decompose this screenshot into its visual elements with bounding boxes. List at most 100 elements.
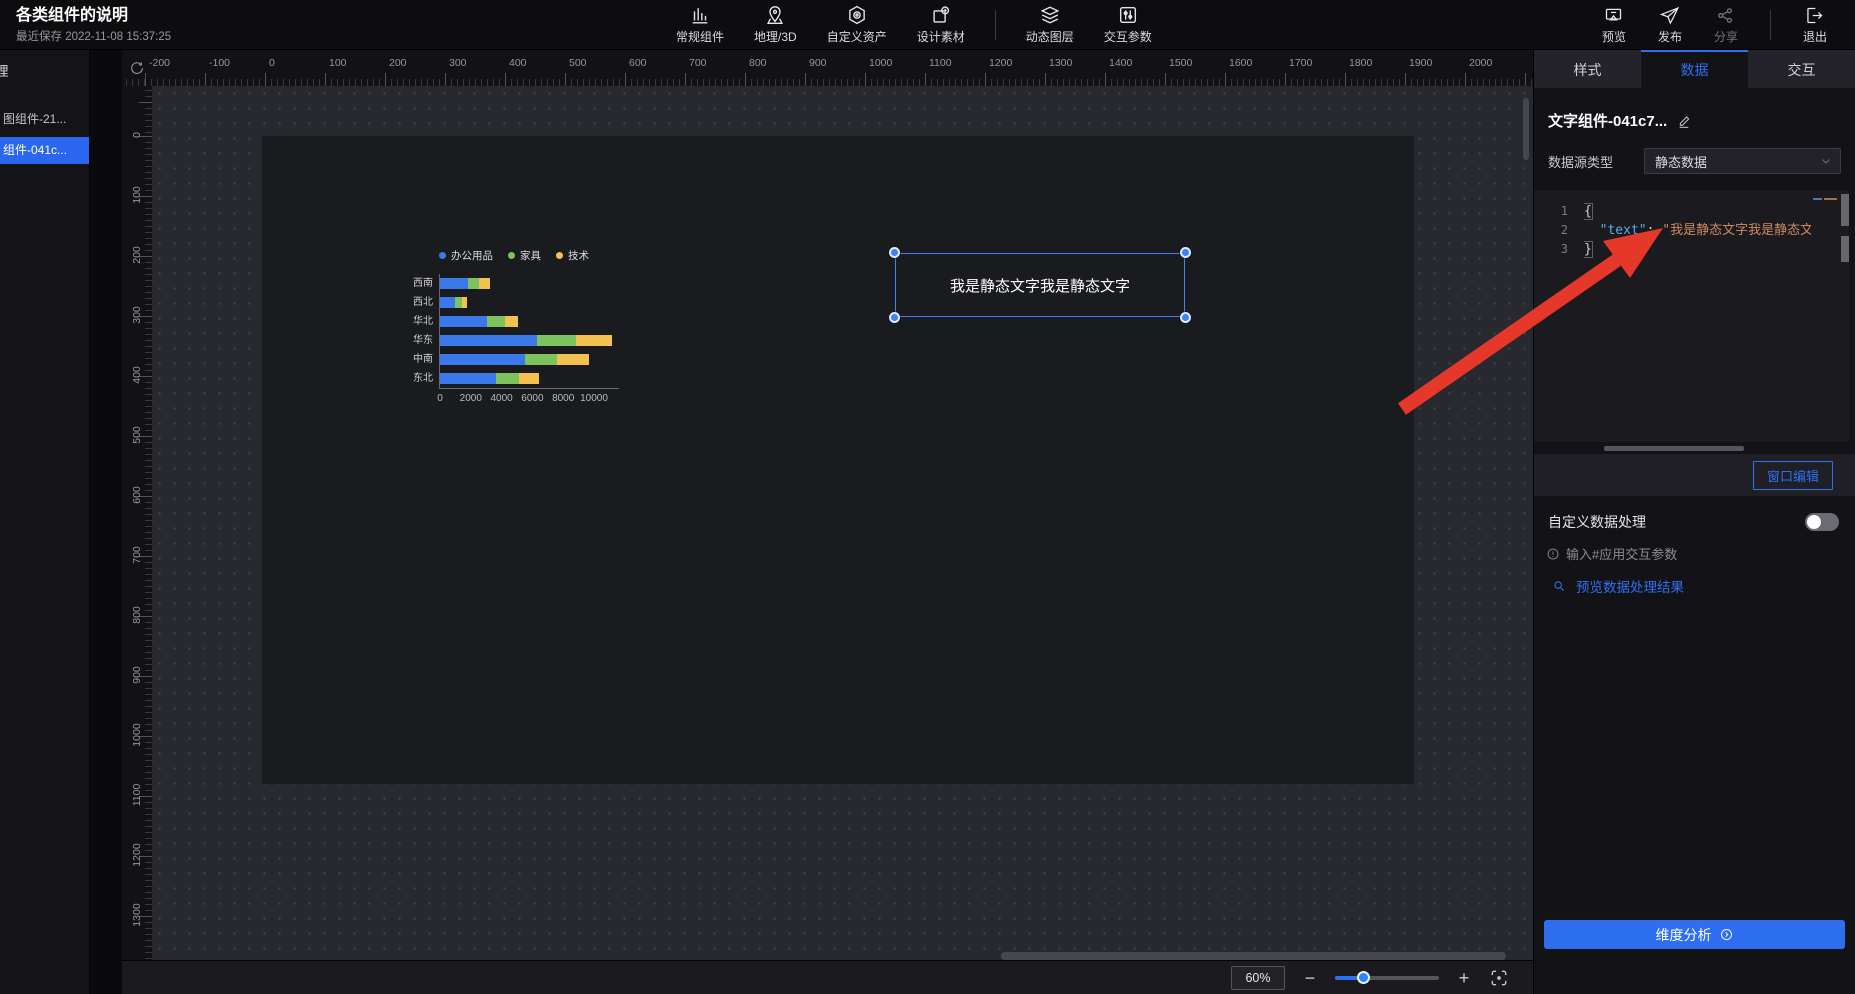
chart-legend: 办公用品 家具技术	[439, 248, 658, 263]
layer-sidebar: 理 图组件-21... 组件-041c...	[0, 50, 122, 994]
artboard: 办公用品 家具技术 西南西北华北华东中南东北 020004000600080001…	[262, 136, 1414, 784]
bar-segment	[440, 316, 487, 327]
ruler-label: 0	[131, 118, 143, 152]
analyze-label: 维度分析	[1656, 925, 1712, 945]
x-axis-tick-label: 4000	[490, 393, 512, 404]
ruler-reset-button[interactable]	[122, 50, 152, 86]
canvas-horizontal-scrollbar[interactable]	[1001, 952, 1506, 960]
publish-button[interactable]: 发布	[1658, 5, 1682, 45]
horizontal-ruler: -200-10001002003004005006007008009001000…	[122, 50, 1533, 86]
toolbar-item-dynamic-layers[interactable]: 动态图层	[1026, 4, 1074, 45]
toggle-knob	[1807, 515, 1821, 529]
custom-processing-label: 自定义数据处理	[1548, 512, 1646, 532]
info-icon	[1546, 547, 1560, 561]
datasource-selected-value: 静态数据	[1655, 152, 1707, 171]
zoom-slider[interactable]	[1335, 971, 1439, 984]
layers-icon	[1039, 4, 1061, 26]
custom-processing-toggle[interactable]	[1805, 513, 1839, 531]
toolbar-item-interaction-params[interactable]: 交互参数	[1104, 4, 1152, 45]
chart-bar-row	[440, 369, 619, 388]
fit-to-screen-button[interactable]	[1489, 968, 1509, 988]
dimension-analysis-button[interactable]: 维度分析	[1544, 920, 1845, 949]
ruler-label: 1900	[1409, 57, 1432, 69]
bar-chart-icon	[689, 4, 711, 26]
ruler-label: 700	[689, 57, 707, 69]
toolbar-item-label: 常规组件	[676, 28, 724, 45]
editor-line: 3 }	[1534, 240, 1849, 259]
toolbar-item-geo3d[interactable]: 地理/3D	[754, 4, 797, 45]
bar-segment	[525, 354, 557, 365]
action-label: 退出	[1803, 28, 1827, 45]
datasource-select[interactable]: 静态数据	[1644, 148, 1841, 174]
bar-segment	[440, 335, 537, 346]
toolbar-item-custom-assets[interactable]: 自定义资产	[827, 4, 887, 45]
editor-horizontal-scrollbar[interactable]	[1604, 446, 1744, 451]
share-button[interactable]: 分享	[1714, 5, 1738, 45]
resize-handle-top-left[interactable]	[889, 247, 900, 258]
bar-chart-component[interactable]: 办公用品 家具技术 西南西北华北华东中南东北 020004000600080001…	[408, 248, 658, 403]
ruler-label: 600	[629, 57, 647, 69]
preview-button[interactable]: 预览	[1602, 5, 1626, 45]
tab-data[interactable]: 数据	[1641, 50, 1748, 88]
preview-result-link[interactable]: 预览数据处理结果	[1552, 576, 1684, 596]
toolbar-item-label: 地理/3D	[754, 28, 797, 45]
chart-bar-row	[440, 293, 619, 312]
json-string-value: "我是静态文字我是静态文字"	[1662, 223, 1834, 238]
editor-scrollbar[interactable]	[1841, 194, 1849, 226]
legend-dot	[556, 252, 563, 259]
ruler-label: 800	[749, 57, 767, 69]
layer-panel-title: 理	[0, 60, 89, 80]
legend-dot	[439, 252, 446, 259]
component-toolbar: 常规组件 地理/3D 自定义资产 设计素材 动态图层 交互参数	[676, 4, 1152, 45]
editor-footer-strip: 窗口编辑	[1534, 454, 1855, 496]
bar-segment	[440, 354, 525, 365]
ruler-label: 900	[809, 57, 827, 69]
zoom-level-input[interactable]: 60%	[1231, 966, 1285, 990]
zoom-out-button[interactable]: −	[1301, 969, 1319, 987]
ruler-label: 900	[131, 658, 143, 692]
ruler-label: 1100	[131, 778, 143, 812]
ruler-label: 1200	[131, 838, 143, 872]
ruler-label: 400	[509, 57, 527, 69]
chart-bar-row	[440, 331, 619, 350]
chart-bar-row	[440, 350, 619, 369]
resize-handle-top-right[interactable]	[1180, 247, 1191, 258]
tab-interaction[interactable]: 交互	[1748, 50, 1855, 88]
editor-scrollbar[interactable]	[1841, 236, 1849, 262]
text-component[interactable]: 我是静态文字我是静态文字	[895, 253, 1185, 317]
legend-item[interactable]: 技术	[556, 248, 589, 263]
rename-button[interactable]	[1677, 113, 1693, 129]
paper-plane-icon	[1659, 5, 1680, 26]
resize-handle-bottom-right[interactable]	[1180, 312, 1191, 323]
window-edit-button[interactable]: 窗口编辑	[1753, 461, 1833, 490]
legend-item[interactable]: 家具	[508, 248, 541, 263]
layer-item-text[interactable]: 组件-041c...	[0, 137, 89, 164]
chart-x-axis: 0200040006000800010000	[439, 389, 658, 403]
zoom-slider-knob[interactable]	[1357, 971, 1370, 984]
bar-segment	[479, 278, 490, 289]
bar-segment	[440, 373, 496, 384]
stacked-bar	[440, 297, 467, 308]
stacked-bar	[440, 316, 518, 327]
resize-handle-bottom-left[interactable]	[889, 312, 900, 323]
exit-button[interactable]: 退出	[1803, 5, 1827, 45]
project-title-block: 各类组件的说明 最近保存 2022-11-08 15:37:25	[16, 6, 346, 44]
legend-item[interactable]: 办公用品	[439, 248, 493, 263]
toolbar-item-components[interactable]: 常规组件	[676, 4, 724, 45]
ruler-label: 600	[131, 478, 143, 512]
layer-item-chart[interactable]: 图组件-21...	[0, 106, 89, 133]
tab-style[interactable]: 样式	[1534, 50, 1641, 88]
ruler-label: 100	[131, 178, 143, 212]
component-name-row: 文字组件-041c7...	[1548, 110, 1693, 131]
line-number: 2	[1534, 221, 1584, 240]
zoom-in-button[interactable]: +	[1455, 969, 1473, 987]
json-code-editor[interactable]: 1 { 2 "text": "我是静态文字我是静态文字" 3 }	[1534, 190, 1849, 442]
toolbar-item-design-assets[interactable]: 设计素材	[917, 4, 965, 45]
legend-label: 家具	[520, 248, 541, 263]
ruler-label: 1000	[131, 718, 143, 752]
chart-category-labels: 西南西北华北华东中南东北	[408, 274, 439, 389]
canvas-vertical-scrollbar[interactable]	[1523, 98, 1529, 160]
stacked-bar	[440, 373, 539, 384]
canvas-viewport[interactable]: 办公用品 家具技术 西南西北华北华东中南东北 020004000600080001…	[152, 86, 1533, 960]
chart-category-label: 华东	[408, 331, 439, 350]
